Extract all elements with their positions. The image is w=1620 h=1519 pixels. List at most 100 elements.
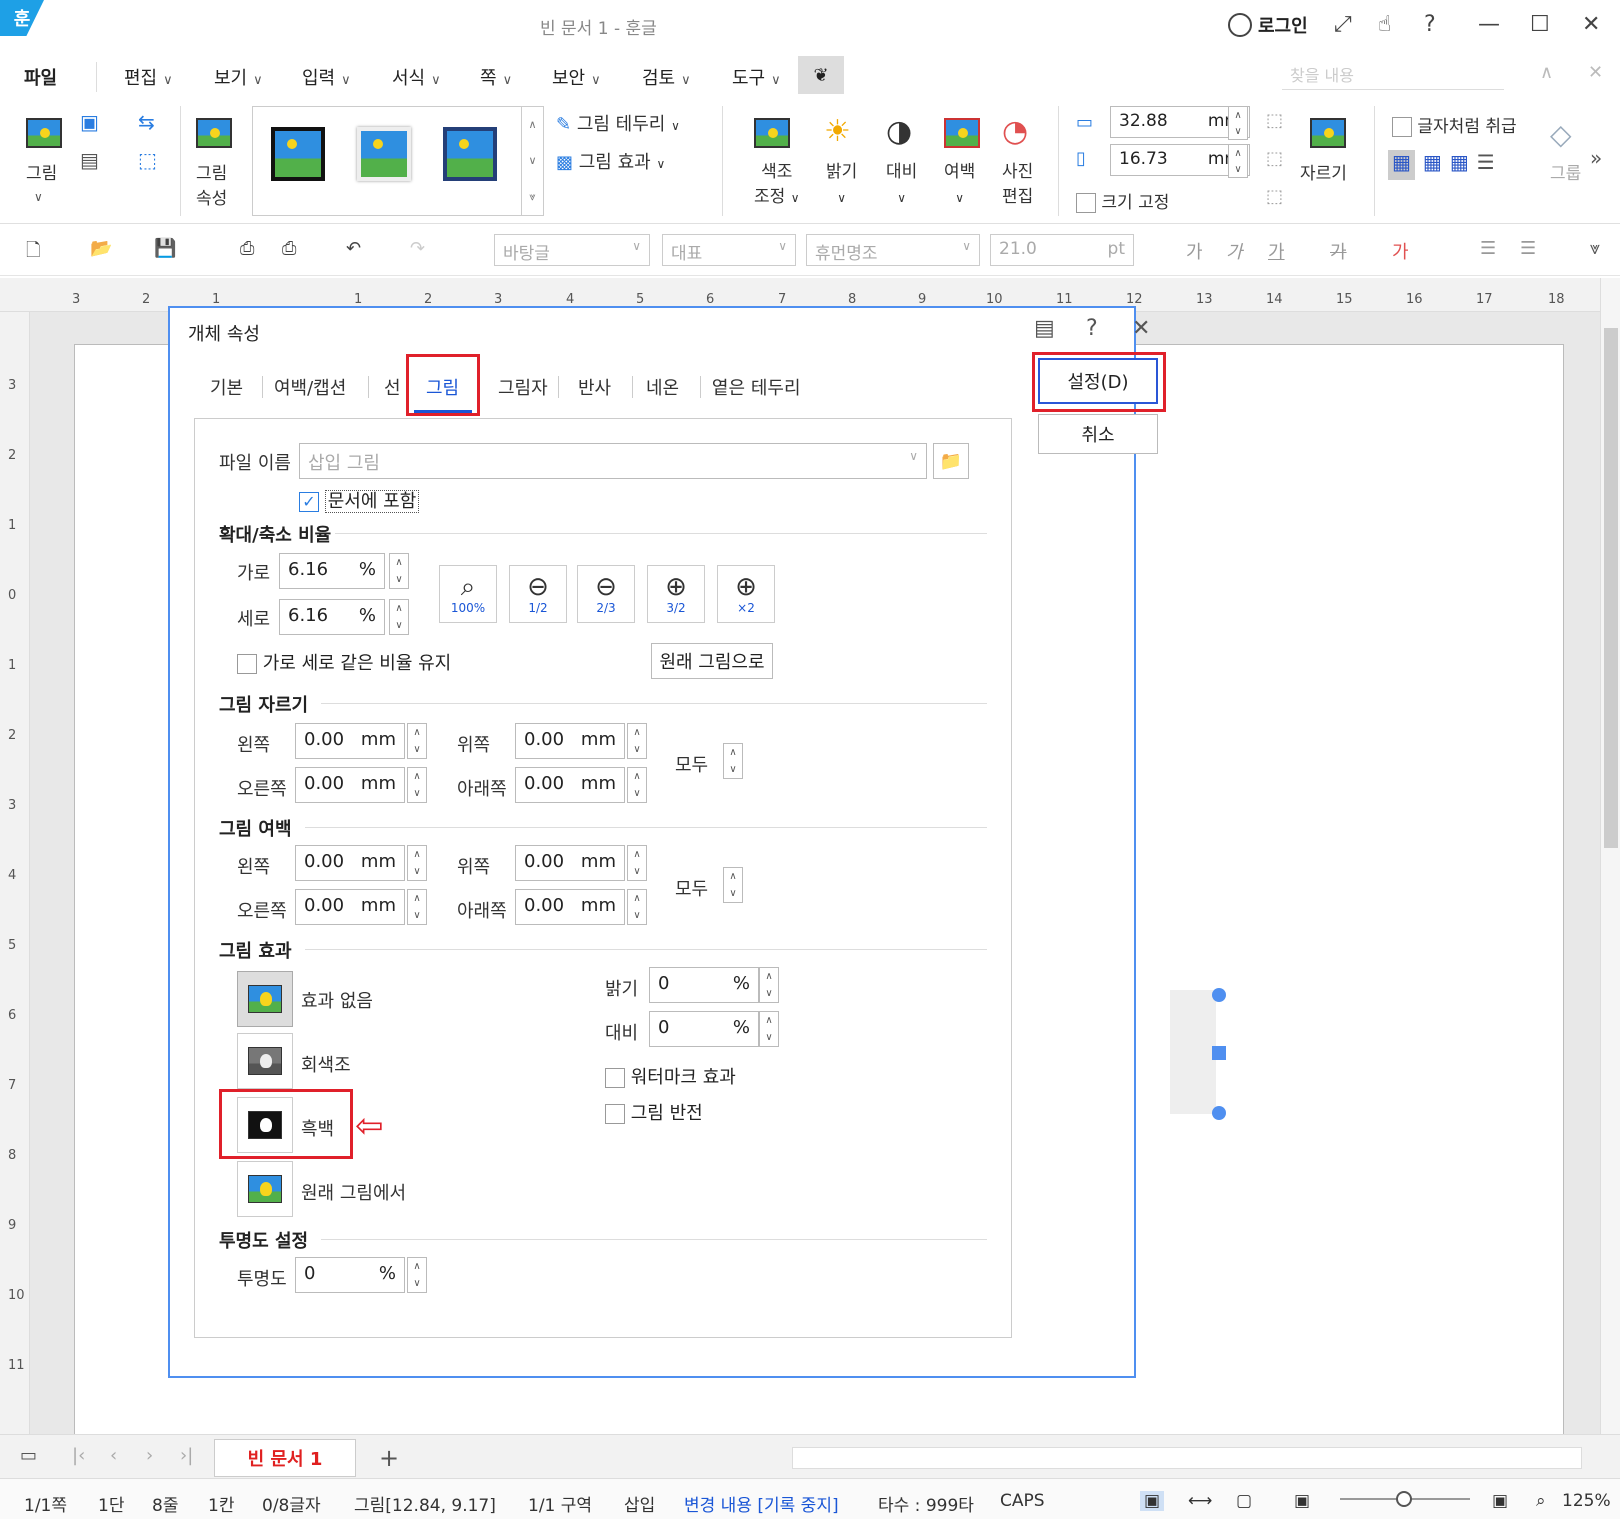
redo-icon[interactable]: ↷ — [410, 238, 425, 259]
margin-bottom-input[interactable]: 0.00 mm — [515, 889, 625, 925]
align-left-icon[interactable]: ☰ — [1520, 238, 1536, 259]
margin-right-input[interactable]: 0.00 mm — [295, 889, 405, 925]
prev-tab-icon[interactable]: ‹ — [110, 1445, 117, 1466]
undo-icon[interactable]: ↶ — [346, 238, 361, 259]
selected-picture[interactable] — [1170, 990, 1216, 1114]
status-mode[interactable]: 삽입 — [624, 1491, 655, 1516]
include-in-doc-checkbox[interactable]: ✓ 문서에 포함 — [299, 487, 420, 513]
contrast-input[interactable]: 0% — [649, 1011, 759, 1047]
width-spinner[interactable]: ∧ ∨ — [1228, 106, 1248, 140]
vertical-scrollbar[interactable] — [1600, 278, 1620, 1434]
close-icon[interactable]: ✕ — [1582, 12, 1600, 37]
zoom-two-thirds-button[interactable]: ⊖ 2/3 — [577, 565, 635, 623]
keep-ratio-checkbox[interactable]: 가로 세로 같은 비율 유지 — [237, 649, 451, 675]
print-icon[interactable]: ⎙ — [240, 238, 254, 259]
last-tab-icon[interactable]: ›| — [180, 1445, 193, 1466]
menu-file[interactable]: 파일 — [24, 64, 57, 90]
doc-tab-active[interactable]: 빈 문서 1 — [214, 1439, 356, 1477]
zoom-three-halves-button[interactable]: ⊕ 3/2 — [647, 565, 705, 623]
login-button[interactable]: 로그인 — [1228, 12, 1308, 38]
picture-icon[interactable] — [26, 118, 62, 148]
scale-width-spinner[interactable]: ∧ ∨ — [389, 553, 409, 589]
menu-review[interactable]: 검토 ∨ — [642, 64, 691, 90]
margin-bottom-spinner[interactable]: ∧ ∨ — [627, 889, 647, 925]
first-tab-icon[interactable]: |‹ — [72, 1445, 85, 1466]
font-select[interactable]: 휴먼명조 ∨ — [806, 234, 980, 266]
menu-insert[interactable]: 입력 ∨ — [302, 64, 351, 90]
height-spinner[interactable]: ∧ ∨ — [1228, 144, 1248, 178]
strike-button[interactable]: 가 — [1330, 238, 1347, 264]
minimize-icon[interactable]: — — [1478, 12, 1500, 37]
open-icon[interactable]: 📂 — [90, 238, 112, 259]
help-icon[interactable]: ? — [1424, 12, 1436, 37]
tab-line[interactable]: 선 — [384, 374, 401, 400]
picture-properties-button[interactable]: 그림 속성 — [196, 162, 227, 212]
tab-reflection[interactable]: 반사 — [578, 374, 611, 400]
comment-icon[interactable]: ▤ — [1034, 316, 1055, 341]
resize-handle[interactable] — [1212, 1106, 1226, 1120]
zoom-double-button[interactable]: ⊕ ×2 — [717, 565, 775, 623]
crop-bottom-spinner[interactable]: ∧ ∨ — [627, 767, 647, 803]
multi-page-icon[interactable]: ▣ — [1294, 1491, 1310, 1511]
margin-icon[interactable] — [944, 118, 980, 148]
menu-security[interactable]: 보안 ∨ — [552, 64, 601, 90]
original-size-button[interactable]: 원래 그림으로 — [651, 643, 773, 679]
margin-left-input[interactable]: 0.00 mm — [295, 845, 405, 881]
print-preview-icon[interactable]: ⎙ — [282, 238, 296, 259]
crop-all-spinner[interactable]: ∧ ∨ — [723, 743, 743, 779]
style-white-frame[interactable] — [357, 127, 411, 181]
align2-icon[interactable]: ⬚ — [1266, 148, 1283, 169]
style-blue-frame[interactable] — [443, 127, 497, 181]
zoom-fit-icon[interactable]: ▣ — [1492, 1491, 1508, 1511]
folder-icon[interactable]: 📁 — [933, 443, 969, 479]
wrap-square-icon[interactable]: ▦ — [1388, 150, 1415, 180]
picture-button[interactable]: 그림 — [26, 162, 57, 187]
margin-button[interactable]: 여백 ∨ — [944, 160, 975, 211]
picture-border-button[interactable]: ✎ 그림 테두리 ∨ — [556, 110, 680, 136]
color-adjust-icon[interactable] — [754, 118, 790, 148]
save-icon[interactable]: 💾 — [154, 238, 176, 259]
photo-edit-button[interactable]: 사진 편집 — [1002, 160, 1033, 210]
crop-button[interactable]: 자르기 — [1300, 162, 1347, 187]
scale-height-spinner[interactable]: ∧ ∨ — [389, 599, 409, 635]
effect-bw-button[interactable] — [237, 1097, 293, 1153]
fit-width-icon[interactable]: ⟷ — [1188, 1491, 1212, 1511]
font-color-button[interactable]: 가 — [1392, 238, 1409, 264]
margin-right-spinner[interactable]: ∧ ∨ — [407, 889, 427, 925]
align3-icon[interactable]: ⬚ — [1266, 186, 1283, 207]
gallery-scroll[interactable]: ∧ ∨ ⩔ — [521, 107, 543, 215]
tab-margin-caption[interactable]: 여백/캡션 — [274, 374, 346, 400]
ribbon-collapse-icon[interactable]: ∧ — [1540, 62, 1553, 83]
tab-basic[interactable]: 기본 — [210, 374, 243, 400]
zoom-half-button[interactable]: ⊖ 1/2 — [509, 565, 567, 623]
menu-format[interactable]: 서식 ∨ — [392, 64, 441, 90]
scale-width-input[interactable]: 6.16% — [279, 553, 385, 589]
crop-left-input[interactable]: 0.00 mm — [295, 723, 405, 759]
resize-handle[interactable] — [1212, 1046, 1226, 1060]
cancel-button[interactable]: 취소 — [1038, 414, 1158, 454]
group-button[interactable]: 그룹 — [1550, 162, 1581, 187]
touch-icon[interactable]: ☝ — [1378, 12, 1391, 37]
transparency-input[interactable]: 0% — [295, 1257, 405, 1293]
crop-icon[interactable] — [1310, 118, 1346, 148]
effect-grayscale-button[interactable] — [237, 1033, 293, 1089]
crop-bottom-input[interactable]: 0.00 mm — [515, 767, 625, 803]
style-black-frame[interactable] — [271, 127, 325, 181]
underline-button[interactable]: 가 — [1268, 238, 1285, 264]
wrap-front-icon[interactable]: ☰ — [1477, 150, 1495, 180]
zoom-slider-handle[interactable] — [1396, 1491, 1412, 1507]
zoom-100-button[interactable]: ⌕ 100% — [439, 565, 497, 623]
brightness-icon[interactable]: ☀ — [824, 114, 851, 149]
file-name-input[interactable]: 삽입 그림 ∨ — [299, 443, 927, 479]
effect-none-button[interactable] — [237, 971, 293, 1027]
insert-picture-icon[interactable]: ▣ — [80, 110, 99, 134]
maximize-icon[interactable]: ☐ — [1530, 12, 1550, 37]
contrast-icon[interactable]: ◑ — [886, 114, 912, 149]
fullscreen-icon[interactable]: ⤢ — [1334, 12, 1352, 37]
tab-neon[interactable]: 네온 — [646, 374, 679, 400]
margin-left-spinner[interactable]: ∧ ∨ — [407, 845, 427, 881]
picture-properties-icon[interactable] — [196, 118, 232, 148]
picture-context-tab[interactable]: ❦ — [798, 56, 844, 94]
search-input[interactable]: 찾을 내용 — [1282, 58, 1504, 90]
crop-right-spinner[interactable]: ∧ ∨ — [407, 767, 427, 803]
